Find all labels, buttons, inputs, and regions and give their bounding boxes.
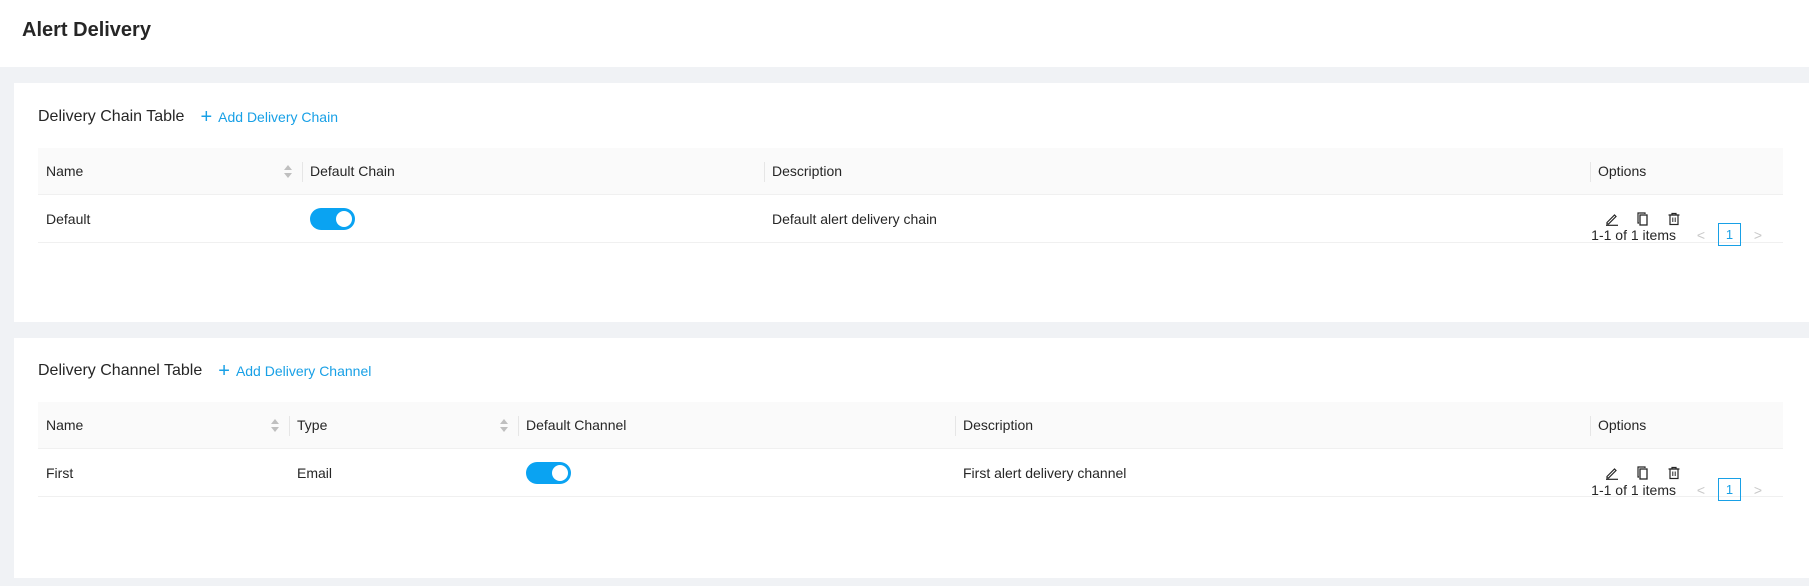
- column-description-label: Description: [963, 417, 1034, 433]
- sort-icon[interactable]: [271, 419, 279, 432]
- cell-description: First alert delivery channel: [963, 464, 1127, 481]
- column-header-options: Options: [1590, 148, 1710, 194]
- pagination-page-1[interactable]: 1: [1718, 223, 1741, 246]
- table-row: Default Default alert delivery chain: [38, 195, 1783, 243]
- table-row: First Email First alert delivery channel: [38, 449, 1783, 497]
- add-delivery-chain-button[interactable]: + Add Delivery Chain: [200, 107, 338, 127]
- delivery-channel-card: Delivery Channel Table + Add Delivery Ch…: [14, 338, 1809, 578]
- column-header-description: Description: [764, 148, 1590, 194]
- page-title: Alert Delivery: [22, 19, 151, 41]
- table-header: Name Default Chain Description Options: [38, 148, 1783, 195]
- column-name-label: Name: [46, 417, 84, 433]
- add-delivery-channel-button[interactable]: + Add Delivery Channel: [218, 361, 371, 381]
- default-channel-toggle[interactable]: [526, 461, 571, 484]
- column-options-label: Options: [1598, 163, 1647, 179]
- column-default-label: Default Channel: [526, 417, 627, 433]
- column-header-default-channel: Default Channel: [518, 402, 955, 448]
- column-header-type[interactable]: Type: [289, 402, 518, 448]
- column-header-name[interactable]: Name: [38, 402, 289, 448]
- column-header-default-chain: Default Chain: [302, 148, 764, 194]
- column-header-description: Description: [955, 402, 1590, 448]
- sort-icon[interactable]: [284, 165, 292, 178]
- card-title: Delivery Channel Table: [38, 362, 203, 379]
- column-description-label: Description: [772, 163, 843, 179]
- pagination-next-button[interactable]: >: [1749, 482, 1767, 498]
- card-header: Delivery Channel Table + Add Delivery Ch…: [38, 359, 371, 383]
- pagination-next-button[interactable]: >: [1749, 227, 1767, 243]
- cell-name: Default: [46, 210, 91, 227]
- default-chain-toggle[interactable]: [310, 207, 355, 230]
- column-header-options: Options: [1590, 402, 1710, 448]
- card-title: Delivery Chain Table: [38, 108, 185, 125]
- cell-name: First: [46, 464, 74, 481]
- sort-icon[interactable]: [500, 419, 508, 432]
- table-header: Name Type Default Channel Description Op…: [38, 402, 1783, 449]
- page-header: Alert Delivery: [0, 0, 1809, 67]
- cell-default: [302, 195, 764, 242]
- add-delivery-chain-label: Add Delivery Chain: [218, 109, 338, 125]
- pagination-total: 1-1 of 1 items: [1591, 226, 1676, 243]
- pagination-prev-button[interactable]: <: [1692, 482, 1710, 498]
- plus-icon: +: [200, 106, 213, 128]
- card-header: Delivery Chain Table + Add Delivery Chai…: [38, 105, 338, 129]
- pagination-total: 1-1 of 1 items: [1591, 481, 1676, 498]
- column-type-label: Type: [297, 417, 328, 433]
- cell-description: Default alert delivery chain: [772, 210, 937, 227]
- delivery-channel-table: Name Type Default Channel Description Op…: [38, 402, 1783, 497]
- add-delivery-channel-label: Add Delivery Channel: [235, 363, 372, 379]
- column-name-label: Name: [46, 163, 84, 179]
- pagination-page-1[interactable]: 1: [1718, 478, 1741, 501]
- cell-type: Email: [297, 464, 333, 481]
- column-header-name[interactable]: Name: [38, 148, 302, 194]
- column-options-label: Options: [1598, 417, 1647, 433]
- delivery-chain-table: Name Default Chain Description Options D…: [38, 148, 1783, 243]
- column-default-label: Default Chain: [310, 163, 395, 179]
- pagination: 1-1 of 1 items < 1 >: [1591, 223, 1767, 246]
- pagination-prev-button[interactable]: <: [1692, 227, 1710, 243]
- delivery-chain-card: Delivery Chain Table + Add Delivery Chai…: [14, 83, 1809, 322]
- cell-default: [518, 449, 955, 496]
- plus-icon: +: [218, 360, 230, 382]
- pagination: 1-1 of 1 items < 1 >: [1591, 478, 1767, 501]
